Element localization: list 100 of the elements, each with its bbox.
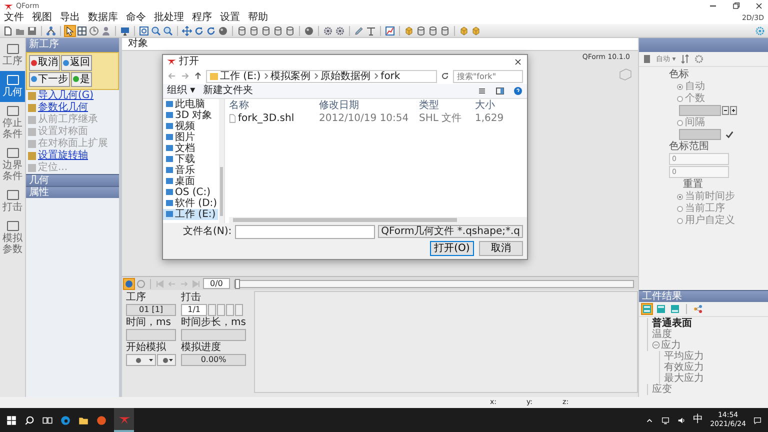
skip-start-icon[interactable]: [155, 278, 165, 289]
browser-icon[interactable]: [60, 414, 71, 426]
clock-icon[interactable]: [89, 26, 99, 36]
sort-icon[interactable]: [680, 54, 690, 64]
decrement-button[interactable]: [722, 106, 729, 115]
folder-tree-item[interactable]: 软件 (D:): [163, 198, 218, 208]
folder-tree-item[interactable]: 此电脑: [163, 98, 218, 110]
result-item[interactable]: 应变: [647, 384, 764, 395]
cylinder-icon[interactable]: [237, 26, 247, 36]
network-icon[interactable]: [661, 416, 670, 424]
record-icon[interactable]: [124, 278, 134, 289]
column-header[interactable]: 修改日期: [319, 98, 419, 112]
zoom-box-icon[interactable]: [139, 26, 149, 36]
step-button[interactable]: 取消: [29, 55, 60, 70]
folder-tree-item[interactable]: 音乐: [163, 164, 218, 176]
close-icon[interactable]: [513, 56, 523, 67]
folder-tree-item[interactable]: 下载: [163, 154, 218, 164]
step-button[interactable]: 返回: [61, 55, 92, 70]
slider-thumb[interactable]: [234, 278, 240, 289]
increment-button[interactable]: [730, 106, 737, 115]
cylinder-icon[interactable]: [440, 26, 450, 36]
speaker-icon[interactable]: [677, 416, 686, 424]
preview-pane-icon[interactable]: [495, 86, 505, 96]
gear-icon[interactable]: [694, 54, 704, 64]
input-method-indicator[interactable]: 中: [693, 414, 704, 426]
tree-icon[interactable]: [46, 26, 56, 36]
notification-icon[interactable]: [753, 416, 762, 424]
view-options-icon[interactable]: [477, 86, 487, 96]
sidebar-item[interactable]: 模拟参数: [0, 217, 25, 259]
column-header[interactable]: 大小: [475, 98, 527, 112]
result-item[interactable]: 温度: [647, 329, 764, 340]
help-icon[interactable]: [513, 86, 523, 96]
sidebar-item[interactable]: 停止条件: [0, 102, 25, 144]
cylinder-icon[interactable]: [428, 26, 438, 36]
sidebar-item[interactable]: 打击: [0, 186, 25, 217]
menu-item[interactable]: 程序: [192, 12, 212, 24]
search-icon[interactable]: [24, 414, 35, 426]
menu-item[interactable]: 数据库: [88, 12, 118, 24]
save-icon[interactable]: [27, 26, 37, 36]
folder-tree-item[interactable]: 文档: [163, 142, 218, 154]
result-item[interactable]: 应力: [647, 340, 764, 351]
share-icon[interactable]: [693, 304, 703, 314]
cylinder-icon[interactable]: [261, 26, 271, 36]
new-folder-button[interactable]: 新建文件夹: [203, 85, 254, 96]
cube-icon[interactable]: [471, 26, 481, 36]
folder-tree-item[interactable]: 3D 对象: [163, 110, 218, 120]
menu-item[interactable]: 视图: [32, 12, 52, 24]
cylinder-icon[interactable]: [249, 26, 259, 36]
file-type-dropdown[interactable]: QForm几何文件 *.qshape;*.q: [378, 224, 523, 238]
start-dropdown[interactable]: [126, 354, 156, 366]
mode-dropdown[interactable]: [156, 354, 176, 366]
cancel-button[interactable]: 取消: [479, 240, 523, 256]
column-header[interactable]: 类型: [419, 98, 475, 112]
menu-item[interactable]: 命令: [126, 12, 146, 24]
close-icon[interactable]: [754, 1, 764, 11]
menu-item[interactable]: 帮助: [248, 12, 268, 24]
sidebar-item[interactable]: 边界条件: [0, 144, 25, 186]
file-name[interactable]: fork_3D.shl: [229, 112, 319, 124]
action-link[interactable]: 导入几何(G): [26, 90, 119, 102]
menu-item[interactable]: 设置: [220, 12, 240, 24]
menu-item[interactable]: 文件: [4, 12, 24, 24]
organize-menu[interactable]: 组织 ▾: [167, 85, 196, 96]
result-item[interactable]: 普通表面: [647, 318, 764, 329]
color-bar-icon[interactable]: [642, 54, 652, 64]
column-header[interactable]: 名称: [229, 98, 319, 112]
folder-tree-item[interactable]: 视频: [163, 120, 218, 132]
cube-icon[interactable]: [404, 26, 414, 36]
step-button[interactable]: 下一步: [29, 72, 70, 87]
address-bar[interactable]: 工作 (E:) 模拟案例 原始数据例 fork: [206, 70, 437, 83]
app-icon[interactable]: [96, 414, 107, 426]
monitor-icon[interactable]: [120, 26, 130, 36]
chart-icon[interactable]: [385, 26, 395, 36]
person-icon[interactable]: [101, 26, 111, 36]
result-item[interactable]: 最大应力: [659, 373, 764, 384]
view-tab[interactable]: 对象: [122, 38, 638, 51]
open-button[interactable]: 打开(O): [430, 240, 474, 256]
grid-icon[interactable]: [77, 26, 87, 36]
collapse-icon[interactable]: [652, 341, 660, 349]
cylinder-icon[interactable]: [273, 26, 283, 36]
folder-tree-item[interactable]: OS (C:): [163, 186, 218, 198]
settings-icon[interactable]: [755, 26, 765, 36]
action-link[interactable]: 设置旋转轴: [26, 150, 119, 162]
sphere-icon[interactable]: [304, 26, 314, 36]
cube-icon[interactable]: [459, 26, 469, 36]
windows-logo-icon[interactable]: [6, 414, 17, 426]
up-arrow-icon[interactable]: [193, 71, 203, 82]
folder-tree-item[interactable]: 图片: [163, 132, 218, 142]
folder-tree-item[interactable]: 桌面: [163, 176, 218, 186]
filename-field[interactable]: [234, 224, 376, 238]
reset-button[interactable]: 重置: [683, 179, 703, 190]
sidebar-item[interactable]: 工序: [0, 40, 25, 71]
zoom-icon[interactable]: [151, 26, 161, 36]
folder-tree-item[interactable]: 工作 (E:): [163, 208, 218, 220]
cylinder-icon[interactable]: [285, 26, 295, 36]
search-field[interactable]: 搜索"fork": [453, 70, 523, 83]
timeline-slider[interactable]: [234, 280, 634, 288]
menu-item[interactable]: 导出: [60, 12, 80, 24]
menu-item[interactable]: 批处理: [154, 12, 184, 24]
result-item[interactable]: 有效应力: [659, 362, 764, 373]
cursor-icon[interactable]: [65, 26, 75, 36]
